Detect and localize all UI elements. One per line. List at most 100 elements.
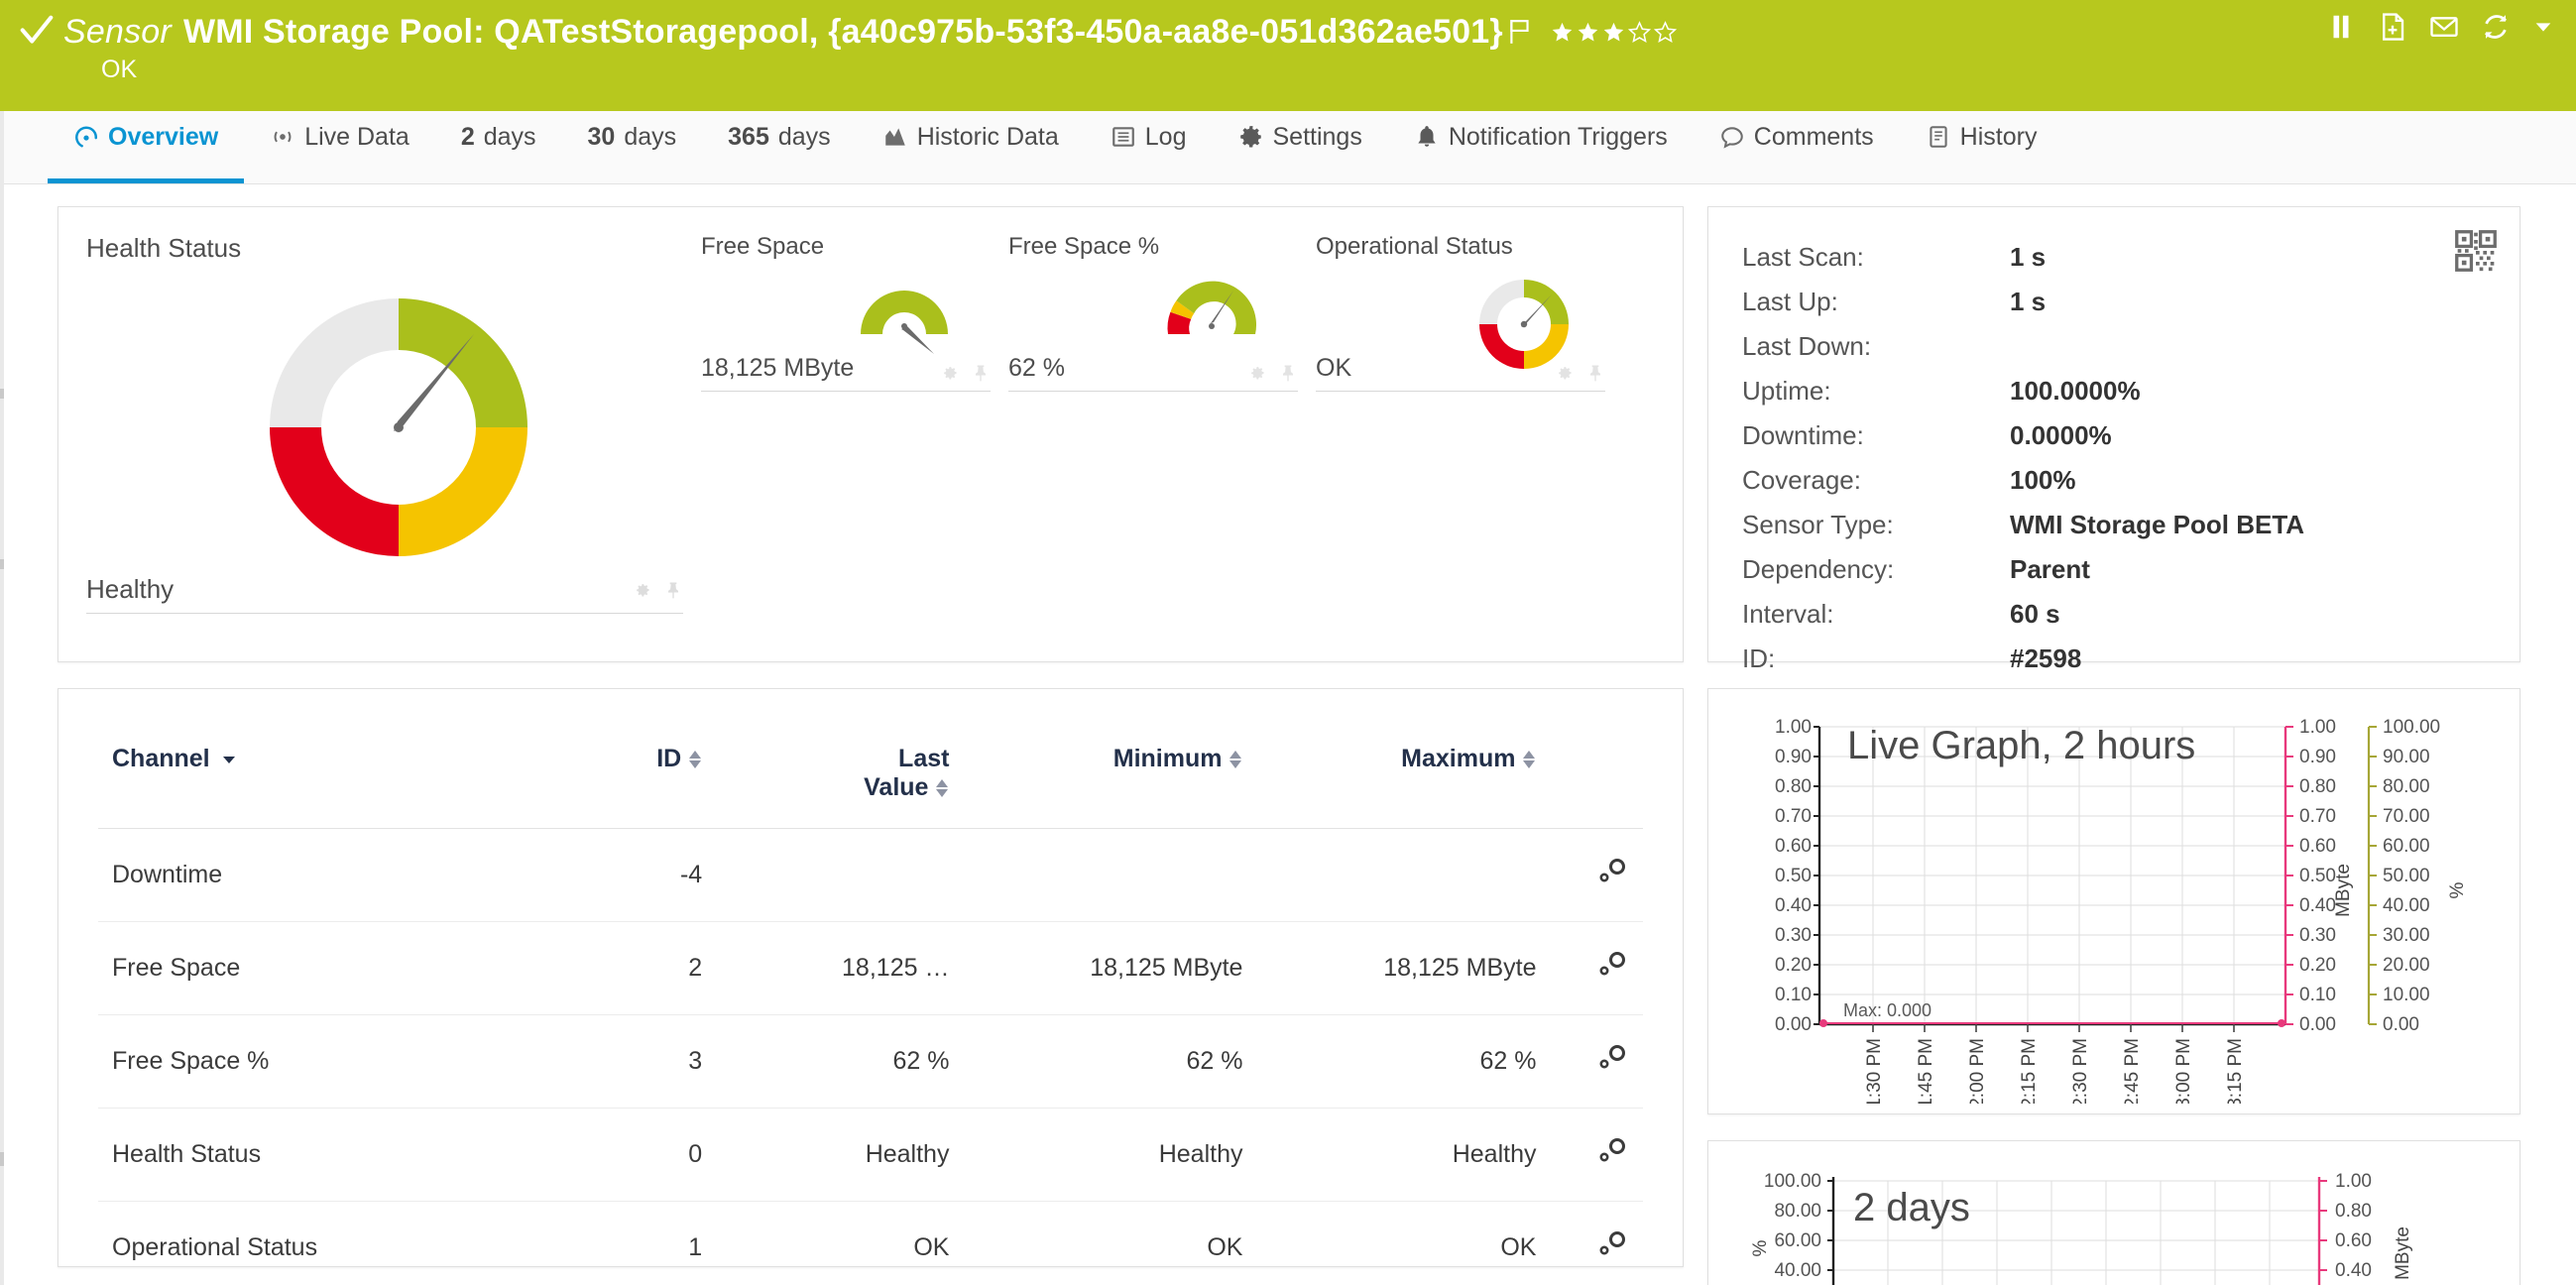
column-header-id[interactable]: ID [530,727,716,829]
axis-label-percent: % [2447,881,2468,898]
tab-log[interactable]: Log [1085,111,1213,183]
add-document-icon[interactable] [2378,12,2407,42]
channel-settings-icon[interactable] [1595,1043,1629,1073]
health-status-footer: Healthy [86,574,683,614]
tab-history[interactable]: History [1900,111,2063,183]
channels-table-card: Channel ID [58,688,1684,1267]
tab-365-days[interactable]: 365 days [702,111,857,183]
axis-tick: 2:15 PM [2019,1038,2040,1104]
axis-label-mbyte: MByte [2333,864,2354,917]
axis-tick: 0.60 [2299,836,2336,857]
axis-tick: 0.20 [1775,955,1812,976]
column-header-id-label: ID [656,745,681,773]
health-status-title: Health Status [86,233,701,264]
cell-minimum: 18,125 MByte [963,922,1256,1015]
tab-notification-triggers[interactable]: Notification Triggers [1388,111,1694,183]
info-value: #2598 [2010,637,2081,681]
chevron-down-icon[interactable] [2532,16,2554,38]
info-label: Sensor Type: [1742,503,2010,547]
axis-tick: 2:00 PM [1967,1038,1988,1104]
pin-icon[interactable] [971,363,991,383]
cell-actions[interactable] [1550,1015,1643,1109]
sort-arrows-icon [1229,750,1242,769]
axis-label-mbyte: MByte [2393,1227,2413,1280]
cell-actions[interactable] [1550,1202,1643,1285]
star-filled-2[interactable] [1577,21,1599,44]
gear-icon[interactable] [1554,363,1574,383]
table-row[interactable]: Free Space 2 18,125 … 18,125 MByte 18,12… [98,922,1643,1015]
cell-actions[interactable] [1550,829,1643,922]
flag-icon[interactable] [1507,18,1533,46]
axis-tick: 0.40 [2299,895,2336,916]
axis-tick: 2:45 PM [2122,1038,2143,1104]
star-empty-5[interactable] [1654,21,1677,44]
priority-rating[interactable] [1551,21,1677,44]
health-status-controls[interactable] [632,580,683,600]
free-space-controls[interactable] [939,363,991,383]
gear-icon[interactable] [939,363,959,383]
pin-icon[interactable] [1278,363,1298,383]
cell-actions[interactable] [1550,922,1643,1015]
gear-icon[interactable] [632,580,651,600]
operational-status-controls[interactable] [1554,363,1605,383]
tab-live-data[interactable]: Live Data [244,111,435,183]
tab-overview[interactable]: Overview [48,111,244,183]
info-label: Last Up: [1742,280,2010,324]
tab-historic-data[interactable]: Historic Data [857,111,1085,183]
tab-settings[interactable]: Settings [1213,111,1388,183]
health-status-gauge: Health Status [86,233,701,636]
tab-30-days[interactable]: 30 days [562,111,703,183]
column-header-channel[interactable]: Channel [98,727,530,829]
table-row[interactable]: Downtime -4 [98,829,1643,922]
axis-tick: 0.90 [1775,747,1812,767]
channel-settings-icon[interactable] [1595,857,1629,886]
qr-code-icon[interactable] [2454,229,2498,273]
main-content: Health Status [0,184,2576,1285]
chart-icon [882,124,908,150]
free-space-percent-title: Free Space % [1008,233,1300,261]
tab-2-days[interactable]: 2 days [435,111,562,183]
gear-icon[interactable] [1246,363,1266,383]
star-filled-1[interactable] [1551,21,1574,44]
tab-comments[interactable]: Comments [1694,111,1900,183]
info-value: 0.0000% [2010,413,2112,458]
mail-icon[interactable] [2429,12,2459,42]
pause-icon[interactable] [2326,12,2356,42]
star-empty-4[interactable] [1628,21,1651,44]
info-value: 1 s [2010,235,2046,280]
live-graph-max-annotation: Max: 0.000 [1843,1000,1932,1020]
tab-overview-label: Overview [108,123,218,152]
refresh-icon[interactable] [2481,12,2511,42]
pin-icon[interactable] [1585,363,1605,383]
two-days-title: 2 days [1853,1186,1970,1229]
cell-actions[interactable] [1550,1109,1643,1202]
channel-settings-icon[interactable] [1595,950,1629,980]
tab-30-days-label: days [624,123,676,152]
free-space-percent-controls[interactable] [1246,363,1298,383]
star-filled-3[interactable] [1602,21,1625,44]
small-gauges: Free Space [701,233,1655,636]
prtg-sensor-overview-page: Sensor WMI Storage Pool: QATestStoragepo… [0,0,2576,1285]
live-graph-card[interactable]: Live Graph, 2 hours 1.00 0.90 0.80 0.70 … [1707,688,2520,1114]
bell-icon [1414,124,1440,150]
chevron-down-icon [220,754,238,765]
tab-log-label: Log [1145,123,1187,152]
free-space-title: Free Space [701,233,993,261]
live-graph-title: Live Graph, 2 hours [1847,724,2195,767]
column-header-minimum[interactable]: Minimum [963,727,1256,829]
info-label: ID: [1742,637,2010,681]
channel-settings-icon[interactable] [1595,1136,1629,1166]
table-row[interactable]: Operational Status 1 OK OK OK [98,1202,1643,1285]
column-header-minimum-label: Minimum [1113,745,1223,773]
table-row[interactable]: Free Space % 3 62 % 62 % 62 % [98,1015,1643,1109]
operational-status-gauge: Operational Status [1316,233,1623,636]
column-header-last-value[interactable]: Last Value [716,727,963,829]
pin-icon[interactable] [663,580,683,600]
axis-tick: 0.70 [1775,806,1812,827]
channel-settings-icon[interactable] [1595,1229,1629,1259]
table-row[interactable]: Health Status 0 Healthy Healthy Healthy [98,1109,1643,1202]
axis-tick: 0.40 [2335,1260,2372,1281]
table-header-row: Channel ID [98,727,1643,829]
two-days-graph-card[interactable]: 2 days 100.00 80.00 60.00 40.00 [1707,1140,2520,1285]
column-header-maximum[interactable]: Maximum [1256,727,1550,829]
